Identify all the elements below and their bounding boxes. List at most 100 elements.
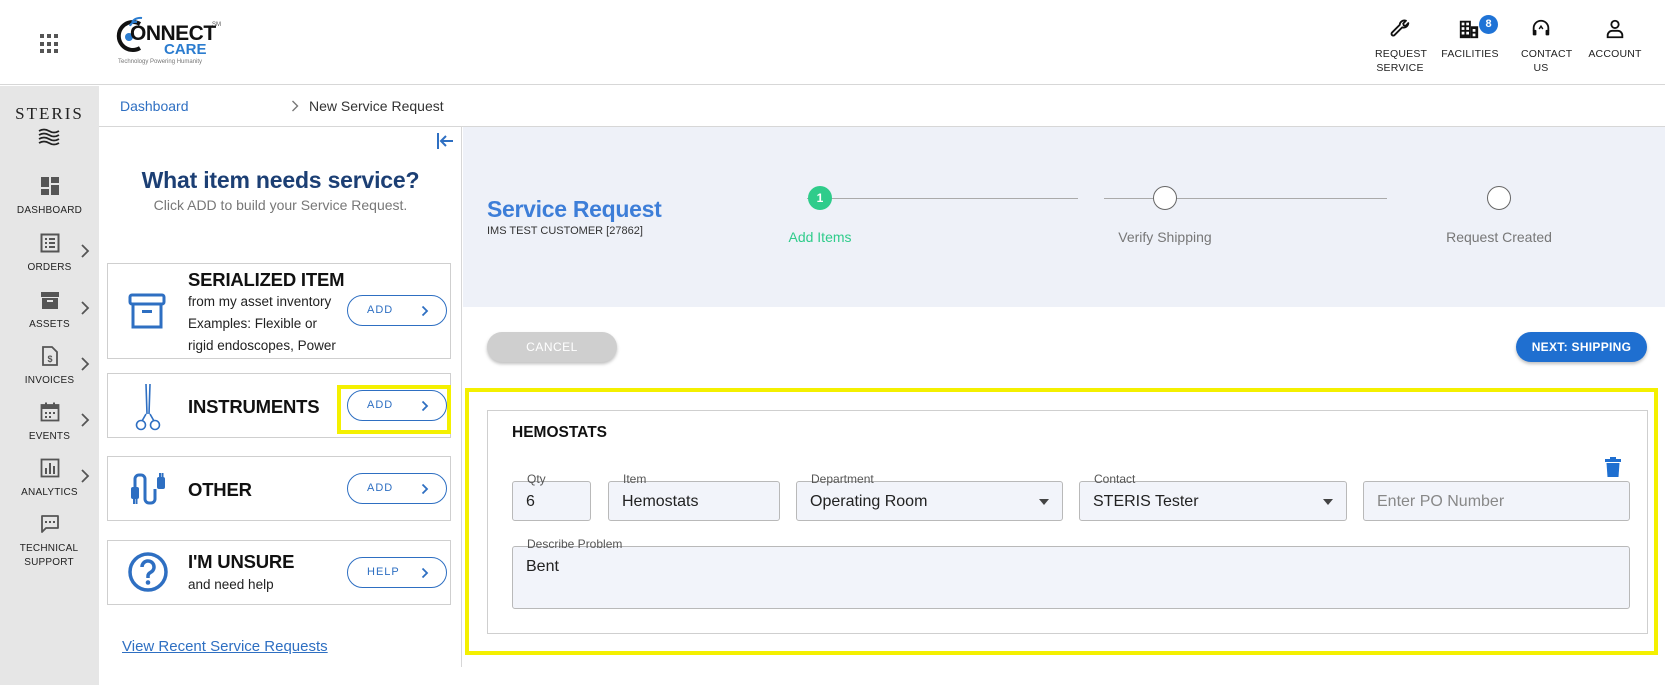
department-value: Operating Room	[810, 493, 928, 510]
logo-service-mark: SM	[212, 22, 221, 28]
add-button-label: ADD	[367, 304, 394, 316]
sidebar-item-orders[interactable]: ORDERS	[0, 233, 99, 275]
view-recent-requests-link[interactable]: View Recent Service Requests	[122, 638, 328, 655]
sidebar-item-label: EVENTS	[28, 431, 71, 442]
sidebar-item-events[interactable]: EVENTS	[0, 402, 99, 444]
panel-subtitle: Click ADD to build your Service Request.	[153, 197, 408, 213]
step-3-label: Request Created	[1446, 229, 1552, 245]
app-grid-icon[interactable]	[40, 34, 60, 54]
step-connector	[1104, 198, 1387, 199]
step-1-indicator: 1	[808, 186, 832, 210]
chevron-right-icon	[421, 483, 429, 495]
chevron-right-icon[interactable]	[80, 356, 90, 372]
describe-problem-label: Describe Problem	[527, 537, 623, 551]
orders-icon	[40, 233, 59, 253]
calendar-icon	[40, 402, 59, 422]
sidebar-item-technical-support[interactable]: TECHNICAL SUPPORT	[0, 514, 99, 570]
step-2-indicator	[1153, 186, 1177, 210]
logo-word-care: CARE	[164, 41, 207, 58]
item-field[interactable]: Item Hemostats	[608, 472, 780, 521]
qty-value: 6	[526, 493, 535, 510]
chevron-right-icon[interactable]	[80, 243, 90, 259]
add-other-button[interactable]: ADD	[347, 473, 447, 504]
steris-waves-icon	[38, 128, 60, 146]
sidebar-item-label: INVOICES	[24, 375, 75, 386]
hemostats-item-form: HEMOSTATS Qty 6 Item Hemostats Departmen…	[487, 410, 1648, 634]
sidebar-item-label: ANALYTICS	[21, 487, 78, 498]
nav-request-service-label: REQUEST SERVICE	[1375, 48, 1428, 74]
step-connector	[807, 198, 1078, 199]
chevron-right-icon	[421, 305, 429, 317]
nav-account[interactable]: ACCOUNT	[1587, 18, 1643, 61]
help-button-label: HELP	[367, 566, 400, 578]
add-button-label: ADD	[367, 482, 394, 494]
card-description-line: and need help	[188, 577, 274, 592]
cancel-button[interactable]: CANCEL	[487, 332, 617, 362]
department-label: Department	[811, 472, 874, 486]
qty-field[interactable]: Qty 6	[512, 472, 591, 521]
sidebar-item-analytics[interactable]: ANALYTICS	[0, 458, 99, 500]
po-number-input[interactable]: Enter PO Number	[1363, 481, 1630, 521]
add-serialized-item-button[interactable]: ADD	[347, 295, 447, 326]
dropdown-caret-icon	[1323, 499, 1333, 505]
analytics-icon	[40, 458, 59, 478]
trash-icon[interactable]	[1604, 457, 1622, 477]
breadcrumb-current: New Service Request	[309, 98, 444, 114]
sidebar-item-dashboard[interactable]: DASHBOARD	[0, 176, 99, 218]
card-title: INSTRUMENTS	[188, 396, 320, 417]
dropdown-caret-icon	[1039, 499, 1049, 505]
step-1-label: Add Items	[788, 229, 852, 245]
card-title: SERIALIZED ITEM	[188, 269, 345, 290]
next-shipping-button[interactable]: NEXT: SHIPPING	[1516, 332, 1647, 362]
person-icon	[1606, 19, 1624, 39]
sidebar-item-invoices[interactable]: $ INVOICES	[0, 346, 99, 388]
question-icon	[128, 552, 168, 592]
contact-select[interactable]: Contact STERIS Tester	[1079, 472, 1347, 521]
describe-problem-value: Bent	[526, 558, 559, 575]
chevron-right-icon[interactable]	[80, 300, 90, 316]
service-request-header: Service Request IMS TEST CUSTOMER [27862…	[463, 127, 1665, 307]
dashboard-icon	[40, 177, 59, 195]
qty-label: Qty	[527, 472, 546, 486]
nav-request-service[interactable]: REQUEST SERVICE	[1375, 18, 1428, 75]
add-button-label: ADD	[367, 399, 394, 411]
item-value: Hemostats	[622, 493, 699, 510]
nav-facilities[interactable]: 8 FACILITIES	[1440, 15, 1500, 61]
building-icon	[1459, 20, 1479, 39]
facilities-count-badge: 8	[1479, 15, 1498, 34]
nav-contact-us[interactable]: CONTACT US	[1517, 18, 1572, 75]
item-label: Item	[623, 472, 647, 486]
sidebar-item-label: ORDERS	[27, 262, 72, 273]
request-title: Service Request	[487, 196, 662, 222]
card-description-line: from my asset inventory	[188, 294, 332, 309]
card-title: OTHER	[188, 479, 252, 500]
step-3-indicator	[1487, 186, 1511, 210]
chevron-right-icon[interactable]	[80, 468, 90, 484]
steris-brand: STERIS	[15, 104, 84, 123]
describe-problem-field[interactable]: Describe Problem Bent	[512, 537, 1630, 609]
chevron-right-icon	[421, 567, 429, 579]
invoice-icon: $	[41, 346, 58, 366]
step-2-label: Verify Shipping	[1118, 229, 1212, 245]
breadcrumb-dashboard-link[interactable]: Dashboard	[120, 98, 189, 114]
other-card: OTHER ADD	[107, 456, 451, 521]
nav-facilities-label: FACILITIES	[1441, 48, 1499, 60]
sidebar-item-assets[interactable]: ASSETS	[0, 290, 99, 332]
sidebar-item-label: TECHNICAL SUPPORT	[19, 543, 79, 568]
collapse-panel-icon[interactable]	[435, 131, 455, 151]
add-instruments-button[interactable]: ADD	[347, 390, 447, 421]
sidebar-item-label: DASHBOARD	[16, 205, 83, 216]
nav-account-label: ACCOUNT	[1588, 48, 1642, 60]
connect-care-logo[interactable]: ONNECT CARE SM Technology Powering Human…	[110, 14, 230, 70]
department-select[interactable]: Department Operating Room	[796, 472, 1063, 521]
card-title: I'M UNSURE	[188, 551, 295, 572]
top-header: ONNECT CARE SM Technology Powering Human…	[0, 0, 1665, 85]
archive-box-icon	[128, 293, 166, 329]
cable-icon	[131, 473, 165, 505]
help-button[interactable]: HELP	[347, 557, 447, 588]
form-title: HEMOSTATS	[512, 424, 608, 441]
customer-name: IMS TEST CUSTOMER [27862]	[487, 225, 643, 237]
chevron-right-icon[interactable]	[80, 412, 90, 428]
chat-icon	[40, 515, 59, 533]
unsure-card: I'M UNSURE and need help HELP	[107, 540, 451, 605]
